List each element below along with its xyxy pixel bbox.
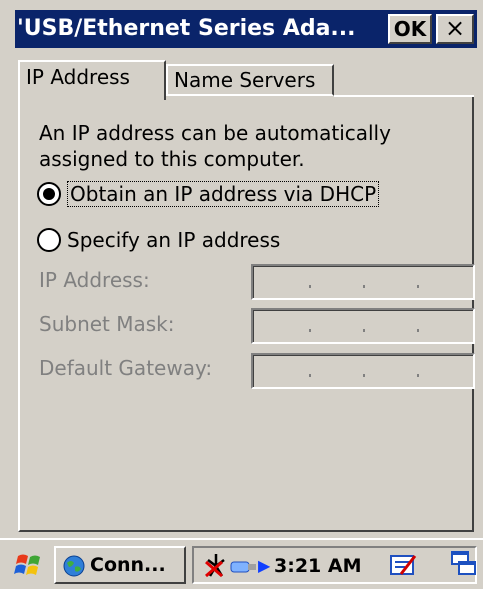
windows-flag-icon[interactable] bbox=[14, 550, 46, 580]
dhcp-label: Obtain an IP address via DHCP bbox=[67, 181, 380, 207]
taskbar: Conn... ▶ 3:21 AM bbox=[0, 538, 483, 589]
close-button[interactable]: × bbox=[436, 14, 474, 44]
arrow-right-icon: ▶ bbox=[258, 556, 271, 575]
window-title: 'USB/Ethernet Series Ada... bbox=[17, 16, 356, 41]
ip-address-field[interactable] bbox=[251, 264, 475, 300]
ip-separator bbox=[309, 374, 311, 377]
ip-separator bbox=[309, 285, 311, 288]
subnet-mask-label: Subnet Mask: bbox=[39, 312, 175, 336]
dhcp-radio[interactable] bbox=[37, 182, 61, 206]
default-gateway-label: Default Gateway: bbox=[39, 356, 213, 380]
ip-separator bbox=[363, 374, 365, 377]
intro-text: An IP address can be automatically assig… bbox=[39, 121, 391, 171]
ip-separator bbox=[417, 374, 419, 377]
input-panel-icon[interactable] bbox=[389, 552, 419, 580]
usb-connection-icon[interactable] bbox=[228, 554, 258, 580]
ip-separator bbox=[417, 285, 419, 288]
dialog-body: IP Address Name Servers An IP address ca… bbox=[15, 48, 477, 538]
task-label: Conn... bbox=[90, 554, 166, 576]
title-bar: 'USB/Ethernet Series Ada... OK × bbox=[15, 10, 477, 48]
ip-separator bbox=[363, 285, 365, 288]
dhcp-option[interactable]: Obtain an IP address via DHCP bbox=[37, 178, 380, 210]
ip-address-label: IP Address: bbox=[39, 268, 150, 292]
ip-separator bbox=[417, 329, 419, 332]
static-ip-label: Specify an IP address bbox=[67, 228, 281, 252]
clock[interactable]: 3:21 AM bbox=[274, 555, 362, 577]
static-ip-option[interactable]: Specify an IP address bbox=[37, 224, 280, 256]
tab-ip-address[interactable]: IP Address bbox=[18, 60, 166, 100]
desktop-switch-icon[interactable] bbox=[450, 546, 478, 578]
ip-separator bbox=[363, 329, 365, 332]
subnet-mask-field[interactable] bbox=[251, 308, 475, 344]
ip-separator bbox=[309, 329, 311, 332]
system-tray: ▶ 3:21 AM bbox=[192, 546, 477, 584]
ok-button[interactable]: OK bbox=[388, 14, 432, 44]
dialog-window: 'USB/Ethernet Series Ada... OK × IP Addr… bbox=[0, 0, 483, 589]
tab-name-servers[interactable]: Name Servers bbox=[166, 64, 334, 96]
static-ip-radio[interactable] bbox=[37, 228, 61, 252]
default-gateway-field[interactable] bbox=[251, 353, 475, 389]
tab-strip-divider bbox=[334, 95, 474, 97]
task-connections-button[interactable]: Conn... bbox=[54, 546, 186, 584]
network-globe-icon bbox=[62, 554, 86, 578]
